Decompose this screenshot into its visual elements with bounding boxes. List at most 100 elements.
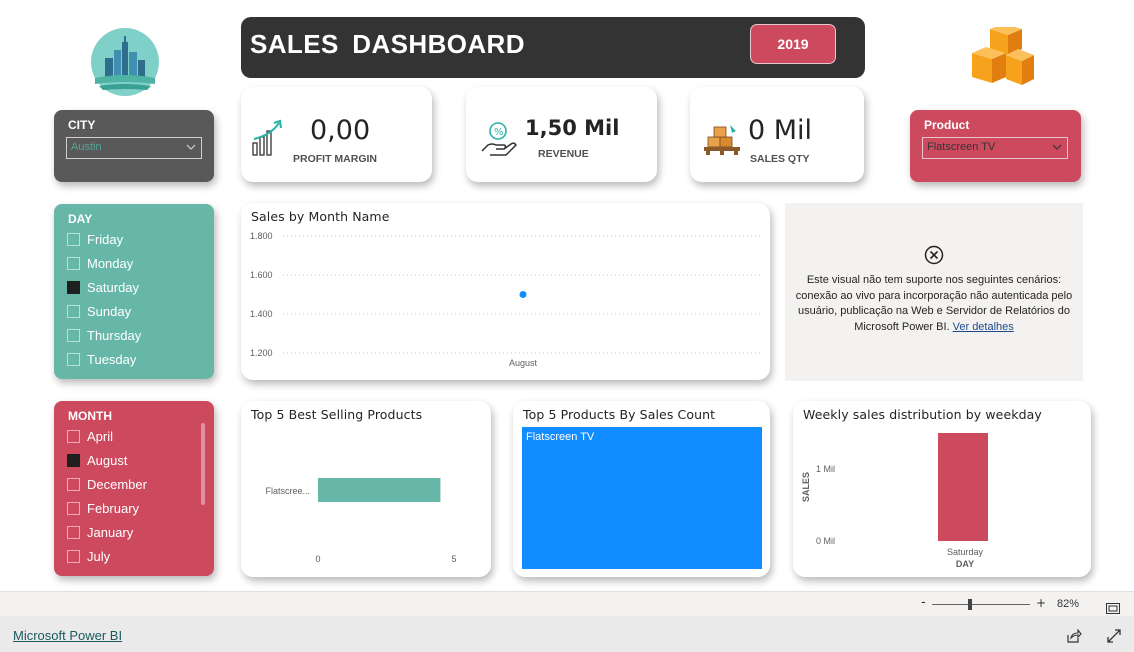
- bar: [938, 433, 988, 541]
- day-slicer-label: DAY: [68, 212, 93, 226]
- zoom-in-button[interactable]: +: [1036, 596, 1046, 610]
- y-tick-label: 0 Mil: [816, 536, 835, 546]
- checkbox[interactable]: [67, 328, 80, 342]
- kpi-profit-margin-card: 0,00 PROFIT MARGIN: [241, 87, 432, 182]
- power-bi-link[interactable]: Microsoft Power BI: [13, 628, 122, 643]
- header-bar: SALES DASHBOARD 2019: [241, 17, 865, 78]
- month-item[interactable]: August: [67, 448, 147, 472]
- y-tick-label: 1 Mil: [816, 464, 835, 474]
- checkbox[interactable]: [67, 549, 80, 563]
- x-tick-label: Saturday: [947, 547, 984, 557]
- month-item[interactable]: July: [67, 544, 147, 568]
- day-item-label: Monday: [87, 255, 134, 271]
- day-item-label: Thursday: [87, 327, 142, 343]
- month-list: April August December February January J…: [67, 424, 147, 568]
- treemap-tile-label: Flatscreen TV: [526, 431, 595, 443]
- chart-title: Top 5 Products By Sales Count: [523, 407, 716, 422]
- profit-margin-label: PROFIT MARGIN: [293, 153, 377, 165]
- month-item-label: July: [87, 548, 111, 564]
- day-slicer: DAY Friday Monday Saturday Sunday Thursd…: [54, 204, 214, 379]
- day-item-label: Friday: [87, 231, 124, 247]
- x-tick-label: August: [509, 358, 538, 368]
- zoom-slider-thumb[interactable]: [968, 599, 972, 610]
- sales-by-month-plot: 1.800 1.600 1.400 1.200 August: [250, 231, 761, 368]
- sales-by-month-chart: Sales by Month Name 1.800 1.600 1.400 1.200…: [241, 203, 770, 380]
- city-logo-icon: [91, 28, 159, 96]
- y-tick-label: 1.200: [250, 348, 273, 358]
- data-point: [519, 291, 527, 298]
- treemap-tile[interactable]: Flatscreen TV: [522, 427, 762, 569]
- month-slicer-label: MONTH: [68, 409, 112, 423]
- month-item[interactable]: January: [67, 520, 147, 544]
- kpi-revenue-card: % 1,50 Mil REVENUE: [466, 87, 657, 182]
- city-slicer-label: CITY: [68, 118, 96, 132]
- checkbox[interactable]: [67, 501, 80, 515]
- fullscreen-icon[interactable]: [1107, 628, 1121, 643]
- checkbox[interactable]: [67, 477, 80, 491]
- checkbox[interactable]: [67, 352, 80, 366]
- boxes-icon: [970, 24, 1036, 89]
- city-dropdown-value: Austin: [71, 141, 102, 153]
- zoom-out-button[interactable]: -: [921, 595, 926, 610]
- top5-sales-count-chart: Top 5 Products By Sales Count Flatscreen…: [513, 401, 770, 577]
- day-item[interactable]: Friday: [67, 227, 141, 251]
- top5-best-selling-chart: Top 5 Best Selling Products Flatscree...…: [241, 401, 491, 577]
- day-item[interactable]: Sunday: [67, 299, 141, 323]
- city-slicer: CITY Austin: [54, 110, 214, 182]
- year-button[interactable]: 2019: [750, 24, 836, 64]
- checkbox[interactable]: [67, 429, 80, 443]
- page-title: SALES DASHBOARD: [250, 29, 525, 59]
- best-selling-plot: Flatscree... 0 5: [265, 478, 457, 564]
- see-details-link[interactable]: Ver detalhes: [953, 321, 1014, 333]
- checkbox[interactable]: [67, 304, 80, 318]
- checkbox[interactable]: [67, 256, 80, 270]
- day-item[interactable]: Monday: [67, 251, 141, 275]
- month-slicer: MONTH April August December February Jan…: [54, 401, 214, 576]
- growth-chart-icon: [251, 119, 287, 157]
- month-item-label: January: [87, 524, 134, 540]
- x-tick-label: 0: [315, 554, 320, 564]
- y-axis-title: SALES: [801, 472, 811, 502]
- checkbox[interactable]: [67, 280, 80, 294]
- month-scrollbar[interactable]: [201, 423, 205, 505]
- chevron-down-icon: [186, 144, 196, 150]
- month-item[interactable]: February: [67, 496, 147, 520]
- zoom-level: 82%: [1057, 598, 1080, 610]
- month-item-label: April: [87, 428, 114, 444]
- month-item[interactable]: December: [67, 472, 147, 496]
- checkbox[interactable]: [67, 525, 80, 539]
- month-item-label: August: [87, 452, 128, 468]
- weekly-sales-plot: 1 Mil 0 Mil Saturday DAY SALES: [801, 433, 988, 569]
- unsupported-message-text: Este visual não tem suporte nos seguinte…: [795, 274, 1073, 333]
- day-list: Friday Monday Saturday Sunday Thursday T…: [67, 227, 141, 371]
- product-slicer: Product Flatscreen TV: [910, 110, 1081, 182]
- revenue-label: REVENUE: [538, 148, 589, 160]
- bar: [318, 478, 441, 502]
- day-item[interactable]: Tuesday: [67, 347, 141, 371]
- unsupported-visual: Este visual não tem suporte nos seguinte…: [785, 203, 1083, 381]
- checkbox[interactable]: [67, 232, 80, 246]
- svg-text:%: %: [494, 127, 504, 138]
- fit-page-icon[interactable]: [1106, 599, 1120, 614]
- product-dropdown[interactable]: Flatscreen TV: [922, 137, 1068, 159]
- share-icon[interactable]: [1066, 628, 1082, 643]
- day-item-label: Sunday: [87, 303, 132, 319]
- error-circle-icon: [924, 245, 944, 265]
- y-tick-label: 1.400: [250, 309, 273, 319]
- sales-qty-label: SALES QTY: [750, 153, 810, 165]
- zoom-slider-track[interactable]: [932, 604, 1030, 605]
- day-item-label: Saturday: [87, 279, 140, 295]
- month-item[interactable]: April: [67, 424, 147, 448]
- x-tick-label: 5: [451, 554, 456, 564]
- revenue-value: 1,50 Mil: [525, 116, 620, 140]
- day-item[interactable]: Thursday: [67, 323, 141, 347]
- x-axis-title: DAY: [956, 559, 974, 569]
- city-dropdown[interactable]: Austin: [66, 137, 202, 159]
- kpi-sales-qty-card: 0 Mil SALES QTY: [690, 87, 864, 182]
- y-tick-label: 1.800: [250, 231, 273, 241]
- profit-margin-value: 0,00: [310, 115, 371, 146]
- day-item[interactable]: Saturday: [67, 275, 141, 299]
- y-tick-label: Flatscree...: [265, 486, 310, 496]
- checkbox[interactable]: [67, 453, 80, 467]
- footer-bar: Microsoft Power BI: [0, 616, 1134, 652]
